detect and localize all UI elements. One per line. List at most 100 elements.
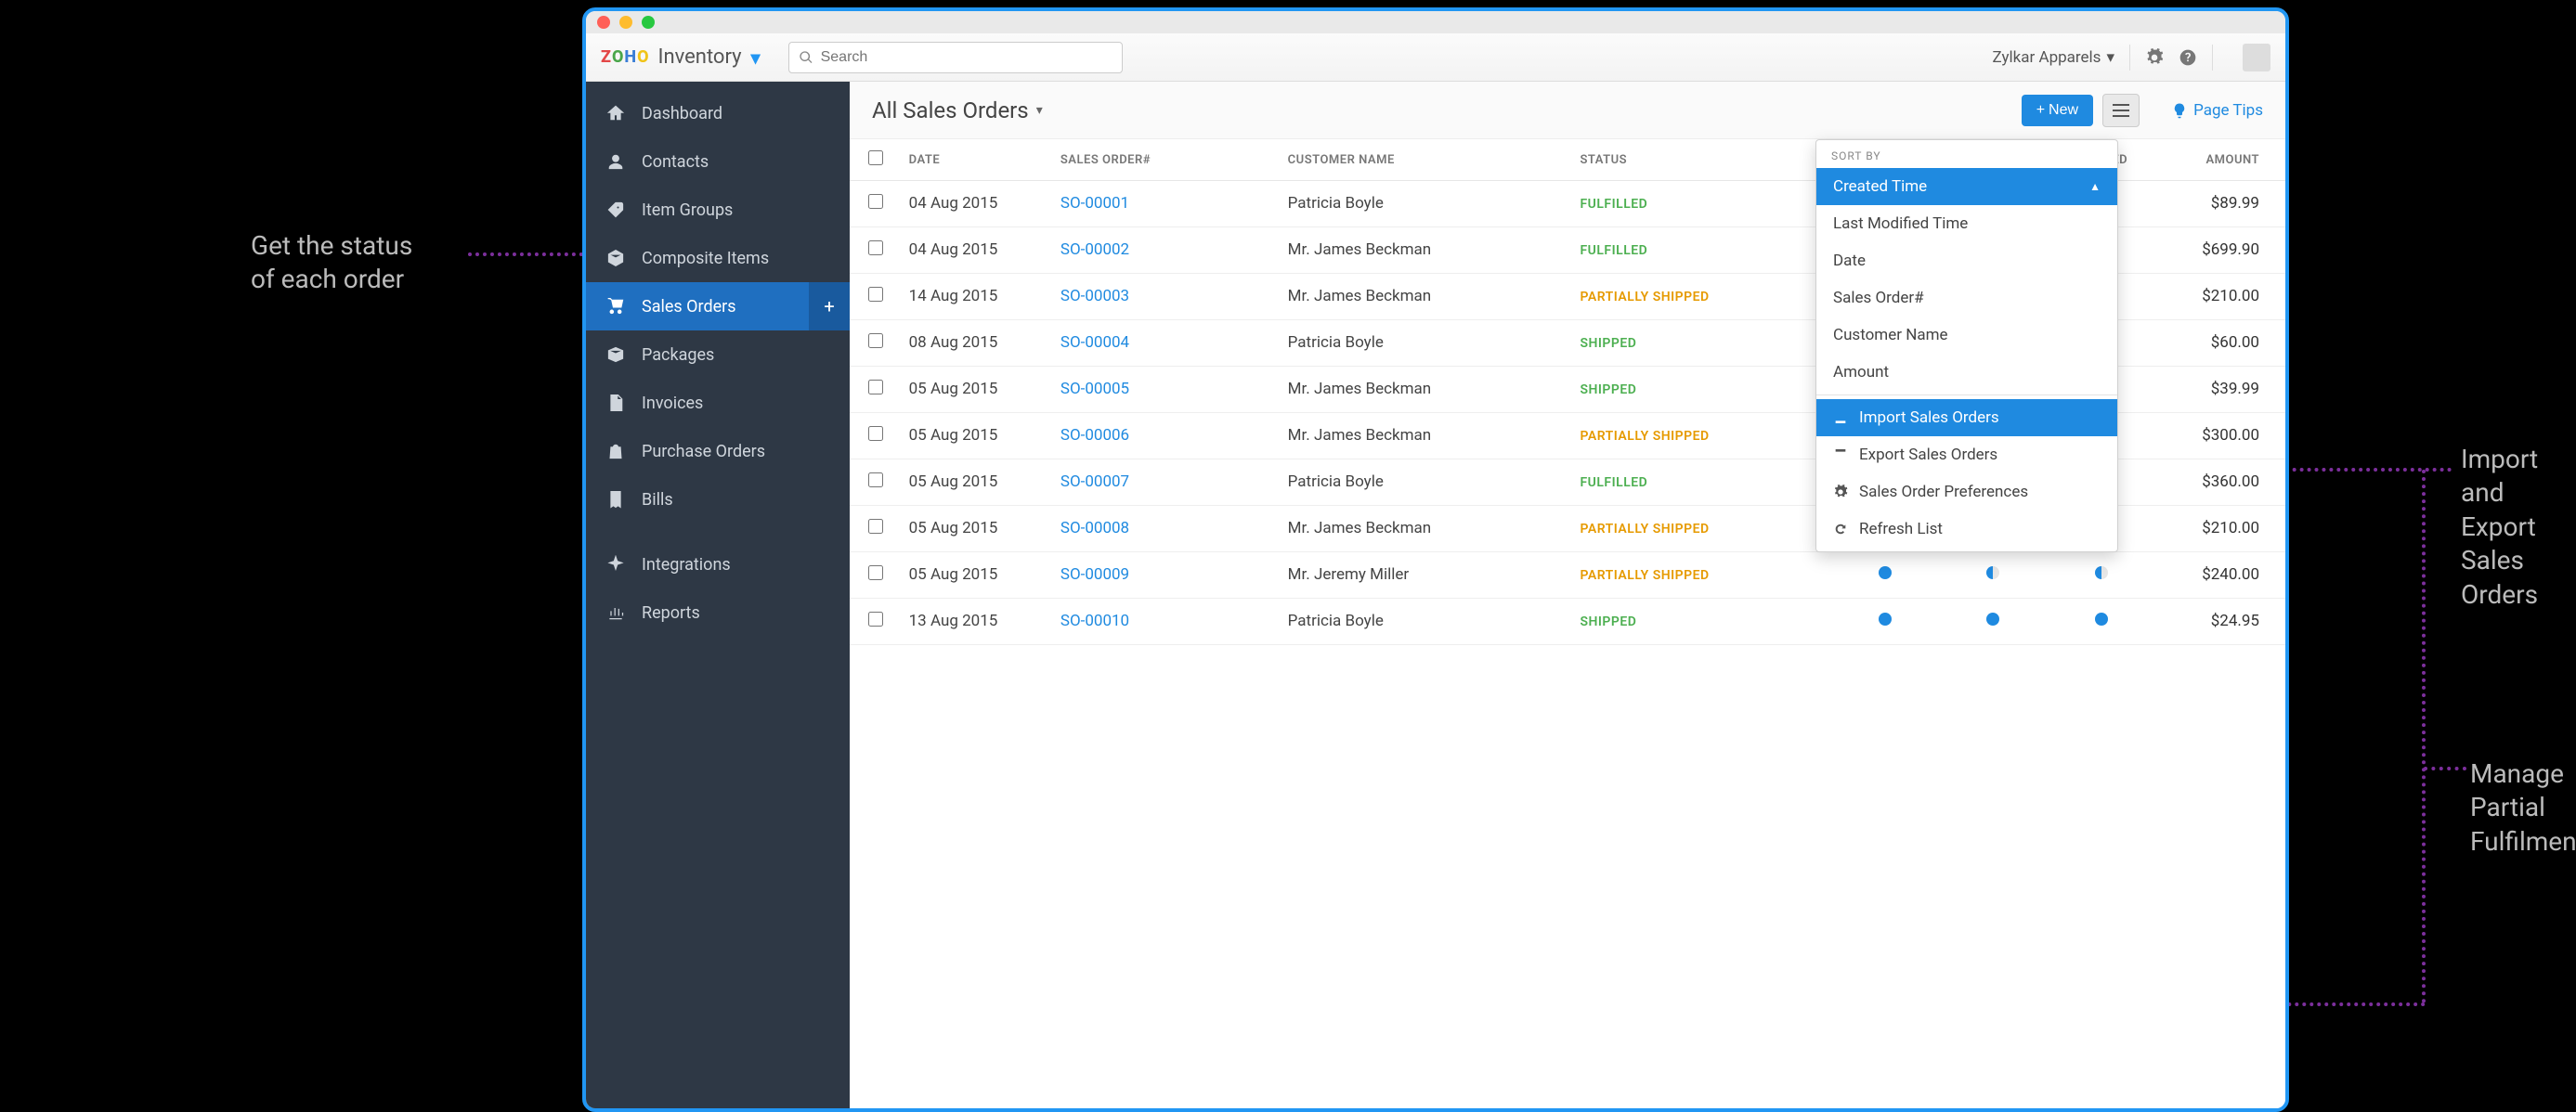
window-minimize[interactable] [619,16,632,29]
sidebar-item-purchase-orders[interactable]: Purchase Orders [586,427,850,475]
sidebar-item-label: Invoices [642,394,703,413]
row-checkbox[interactable] [868,612,883,627]
sales-order-link[interactable]: SO-00002 [1060,240,1129,259]
sales-order-link[interactable]: SO-00005 [1060,380,1129,398]
cell-date: 08 Aug 2015 [900,320,1051,367]
cell-date: 04 Aug 2015 [900,181,1051,227]
sales-order-link[interactable]: SO-00004 [1060,333,1129,352]
sales-order-link[interactable]: SO-00008 [1060,519,1129,537]
sort-asc-icon: ▲ [2089,180,2101,193]
dropdown-action-label: Refresh List [1859,520,1943,538]
annotation-short-partial [2424,767,2466,770]
cell-customer: Mr. James Beckman [1279,413,1571,459]
divider [2129,45,2130,71]
search-input[interactable] [788,42,1123,73]
org-switcher[interactable]: Zylkar Apparels▾ [1993,48,2114,67]
sort-option-label: Date [1833,252,1866,270]
cell-customer: Mr. James Beckman [1279,367,1571,413]
cell-customer: Patricia Boyle [1279,459,1571,506]
status-badge: FULFILLED [1580,197,1647,212]
cell-date: 05 Aug 2015 [900,506,1051,552]
sidebar-item-dashboard[interactable]: Dashboard [586,89,850,137]
row-checkbox[interactable] [868,426,883,441]
search-field[interactable] [821,49,1112,66]
row-checkbox[interactable] [868,333,883,348]
new-button[interactable]: +New [2022,95,2093,126]
more-menu-button[interactable] [2102,94,2140,127]
cell-date: 13 Aug 2015 [900,599,1051,645]
dropdown-action[interactable]: Sales Order Preferences [1816,473,2117,511]
col-header-so[interactable]: SALES ORDER# [1051,139,1279,181]
status-dot [1879,613,1892,626]
page-tips-link[interactable]: Page Tips [2171,101,2263,120]
sales-order-link[interactable]: SO-00009 [1060,565,1129,584]
avatar[interactable] [2243,44,2270,71]
cell-amount: $39.99 [2155,367,2285,413]
sidebar-item-invoices[interactable]: Invoices [586,379,850,427]
cell-date: 05 Aug 2015 [900,552,1051,599]
window-close[interactable] [597,16,610,29]
cell-amount: $60.00 [2155,320,2285,367]
cell-date: 04 Aug 2015 [900,227,1051,274]
window-maximize[interactable] [642,16,655,29]
app-window: ZOHO Inventory ▾ Zylkar Apparels▾ Dashbo… [582,7,2289,1112]
sort-option[interactable]: Customer Name [1816,317,2117,354]
gear-icon[interactable] [2145,48,2164,67]
sort-option[interactable]: Sales Order# [1816,279,2117,317]
sort-option[interactable]: Date [1816,242,2117,279]
sort-option[interactable]: Created Time▲ [1816,168,2117,205]
row-checkbox[interactable] [868,565,883,580]
status-dot [1879,566,1892,579]
select-all-checkbox[interactable] [868,150,883,165]
sidebar-item-sales-orders[interactable]: Sales Orders+ [586,282,850,330]
sort-option-label: Last Modified Time [1833,214,1968,233]
sales-order-link[interactable]: SO-00003 [1060,287,1129,305]
table-row[interactable]: 13 Aug 2015SO-00010Patricia BoyleSHIPPED… [850,599,2285,645]
upload-icon [1833,447,1848,462]
row-checkbox[interactable] [868,380,883,394]
app-logo[interactable]: ZOHO Inventory ▾ [601,45,761,69]
sort-option[interactable]: Amount [1816,354,2117,391]
sales-order-link[interactable]: SO-00010 [1060,612,1129,630]
sidebar-item-label: Purchase Orders [642,442,765,461]
sidebar-item-bills[interactable]: Bills [586,475,850,524]
cell-amount: $210.00 [2155,274,2285,320]
status-badge: PARTIALLY SHIPPED [1580,290,1709,304]
col-header-date[interactable]: DATE [900,139,1051,181]
row-checkbox[interactable] [868,240,883,255]
sales-order-link[interactable]: SO-00001 [1060,194,1129,213]
sidebar-item-contacts[interactable]: Contacts [586,137,850,186]
home-icon [606,104,625,123]
dropdown-action[interactable]: Export Sales Orders [1816,436,2117,473]
sidebar-item-packages[interactable]: Packages [586,330,850,379]
status-badge: SHIPPED [1580,336,1636,351]
col-header-customer[interactable]: CUSTOMER NAME [1279,139,1571,181]
status-dot [1986,566,1999,579]
sidebar-item-reports[interactable]: Reports [586,588,850,637]
cell-customer: Mr. James Beckman [1279,506,1571,552]
col-header-amount[interactable]: AMOUNT [2155,139,2285,181]
sidebar-add-button[interactable]: + [809,282,850,330]
sidebar-item-composite-items[interactable]: Composite Items [586,234,850,282]
sidebar-item-integrations[interactable]: Integrations [586,540,850,588]
sales-order-link[interactable]: SO-00006 [1060,426,1129,445]
cell-date: 05 Aug 2015 [900,413,1051,459]
sales-order-link[interactable]: SO-00007 [1060,472,1129,491]
page-title-dropdown[interactable]: All Sales Orders ▾ [872,97,1043,123]
sidebar-item-label: Reports [642,603,700,623]
col-header-status[interactable]: STATUS [1570,139,1830,181]
table-row[interactable]: 05 Aug 2015SO-00009Mr. Jeremy MillerPART… [850,552,2285,599]
sidebar-item-item-groups[interactable]: Item Groups [586,186,850,234]
dropdown-action[interactable]: Refresh List [1816,511,2117,548]
cell-amount: $89.99 [2155,181,2285,227]
dropdown-action[interactable]: Import Sales Orders [1816,399,2117,436]
sort-option[interactable]: Last Modified Time [1816,205,2117,242]
row-checkbox[interactable] [868,194,883,209]
annotation-partial: Manage Partial Fulfilment [2470,757,2576,859]
help-icon[interactable] [2179,48,2197,67]
row-checkbox[interactable] [868,519,883,534]
spark-icon [606,555,625,574]
dropdown-action-label: Export Sales Orders [1859,446,1997,464]
row-checkbox[interactable] [868,472,883,487]
row-checkbox[interactable] [868,287,883,302]
